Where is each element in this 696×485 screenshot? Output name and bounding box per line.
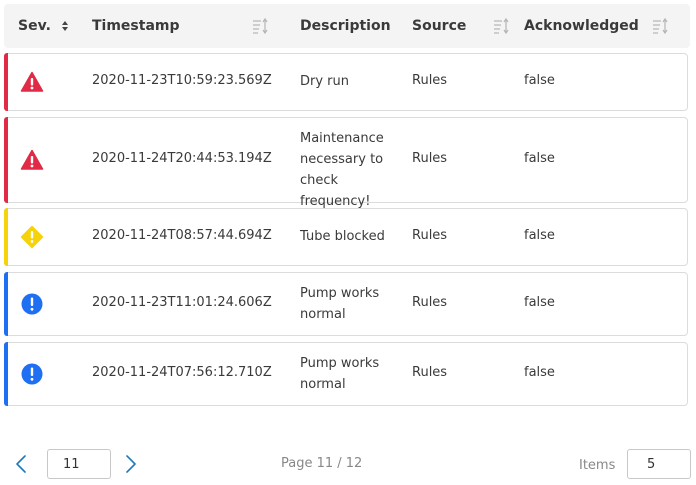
table-header: Sev. Timestamp Description Source Acknow…: [4, 4, 690, 48]
header-timestamp[interactable]: Timestamp: [92, 4, 180, 48]
chevron-right-icon[interactable]: [120, 454, 140, 474]
cell-acknowledged: false: [524, 228, 555, 243]
header-source[interactable]: Source: [412, 4, 466, 48]
info-circle-icon: [21, 293, 43, 315]
cell-timestamp: 2020-11-24T07:56:12.710Z: [92, 365, 272, 380]
cell-source: Rules: [412, 151, 448, 166]
alarm-triangle-icon: [20, 71, 44, 92]
sort-lines-icon[interactable]: [251, 17, 269, 35]
cell-description: Pump works normal: [300, 286, 380, 322]
cell-timestamp: 2020-11-24T08:57:44.694Z: [92, 228, 272, 243]
cell-source: Rules: [412, 295, 448, 310]
page-info: Page 11 / 12: [281, 456, 363, 471]
cell-acknowledged: false: [524, 73, 555, 88]
table-row[interactable]: 2020-11-24T20:44:53.194Z Maintenance nec…: [4, 117, 688, 209]
severity-stripe: [4, 117, 8, 203]
table-row[interactable]: 2020-11-23T10:59:23.569Z Dry run Rules f…: [4, 53, 688, 111]
sort-lines-icon[interactable]: [492, 17, 510, 35]
cell-timestamp: 2020-11-23T10:59:23.569Z: [92, 73, 272, 88]
cell-description: Maintenance necessary to check frequency…: [300, 131, 384, 209]
cell-source: Rules: [412, 73, 448, 88]
header-description: Description: [300, 18, 391, 34]
severity-stripe: [4, 272, 8, 336]
chevron-left-icon[interactable]: [12, 454, 32, 474]
alarm-table: Sev. Timestamp Description Source Acknow…: [0, 0, 696, 485]
page-number-input[interactable]: [47, 449, 111, 479]
severity-stripe: [4, 342, 8, 406]
table-row[interactable]: 2020-11-24T07:56:12.710Z Pump works norm…: [4, 342, 688, 406]
cell-source: Rules: [412, 228, 448, 243]
cell-description: Pump works normal: [300, 356, 380, 392]
severity-stripe: [4, 53, 8, 111]
items-label: Items: [579, 458, 616, 473]
cell-description: Dry run: [300, 74, 350, 89]
cell-acknowledged: false: [524, 295, 555, 310]
header-severity[interactable]: Sev.: [18, 4, 51, 48]
info-circle-icon: [21, 363, 43, 385]
header-acknowledged[interactable]: Acknowledged: [524, 4, 639, 48]
alarm-triangle-icon: [20, 149, 44, 170]
sort-updown-icon[interactable]: [59, 17, 71, 35]
severity-stripe: [4, 208, 8, 266]
cell-description: Tube blocked: [300, 229, 385, 244]
sort-lines-icon[interactable]: [651, 17, 669, 35]
cell-source: Rules: [412, 365, 448, 380]
cell-acknowledged: false: [524, 151, 555, 166]
table-row[interactable]: 2020-11-23T11:01:24.606Z Pump works norm…: [4, 272, 688, 336]
table-row[interactable]: 2020-11-24T08:57:44.694Z Tube blocked Ru…: [4, 208, 688, 266]
cell-timestamp: 2020-11-23T11:01:24.606Z: [92, 295, 272, 310]
cell-acknowledged: false: [524, 365, 555, 380]
items-per-page-input[interactable]: [627, 449, 691, 479]
warning-diamond-icon: [20, 225, 44, 249]
cell-timestamp: 2020-11-24T20:44:53.194Z: [92, 151, 272, 166]
